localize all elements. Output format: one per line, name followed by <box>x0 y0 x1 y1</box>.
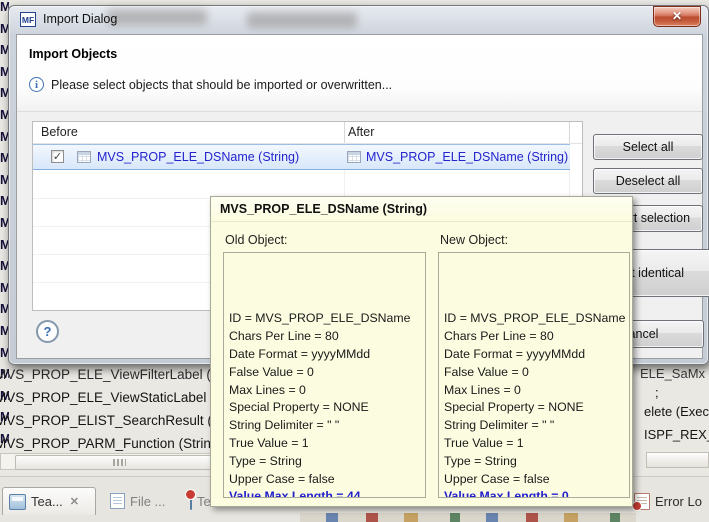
property-line: False Value = 0 <box>229 364 420 382</box>
property-line: Chars Per Line = 80 <box>444 328 624 346</box>
deselect-all-button[interactable]: Deselect all <box>593 168 703 194</box>
background-text-fragment: elete (Execu <box>644 404 709 419</box>
background-text-fragment: ELE_SaMx <box>640 366 705 381</box>
tab-label: Error Lo <box>655 494 702 509</box>
before-cell: MVS_PROP_ELE_DSName (String) <box>97 150 299 164</box>
screen: MVS_PROP MVS_PROP MVS_PROP MVS_PROP MVS_… <box>0 0 709 522</box>
horizontal-scrollbar-right[interactable] <box>646 452 709 468</box>
list-item[interactable]: MVS_PROP_ELE_ViewStaticLabel (St <box>0 390 227 405</box>
property-line: String Delimiter = " " <box>229 417 420 435</box>
tab-label: Tea... <box>31 494 63 509</box>
close-button[interactable]: ✕ <box>653 6 701 27</box>
tab-file[interactable]: File ... <box>104 487 171 515</box>
background-text-fragment: ISPF_REX_C <box>644 427 709 442</box>
info-icon: i <box>29 77 44 92</box>
error-log-icon <box>634 493 650 510</box>
dialog-heading: Import Objects <box>29 47 117 61</box>
property-grid-icon <box>77 151 91 163</box>
property-line: Type = String <box>229 453 420 471</box>
tab-team[interactable]: Tea... ✕ <box>2 487 96 515</box>
scrollbar-grip-icon <box>113 459 126 466</box>
list-item[interactable]: MVS_PROP_PARM_Function (String <box>0 436 218 451</box>
team-view-icon <box>9 494 26 510</box>
column-header-before: Before <box>41 125 78 139</box>
list-item[interactable]: MVS_PROP_ELIST_SearchResult (Stri <box>0 413 232 428</box>
taskbar-sliver <box>300 513 636 522</box>
property-line: Upper Case = false <box>229 471 420 489</box>
error-badge-icon <box>185 489 196 500</box>
property-line: False Value = 0 <box>444 364 624 382</box>
property-line: Value Max Length = 44 <box>229 488 420 498</box>
tab-close-icon[interactable]: ✕ <box>70 495 79 508</box>
titlebar-glass-artifact <box>247 12 357 28</box>
property-line: Date Format = yyyyMMdd <box>229 346 420 364</box>
dialog-header-band: Import Objects i Please select objects t… <box>17 35 702 112</box>
select-all-button[interactable]: Select all <box>593 134 703 160</box>
horizontal-scrollbar[interactable] <box>0 453 238 470</box>
property-line: Special Property = NONE <box>229 399 420 417</box>
property-line: String Delimiter = " " <box>444 417 624 435</box>
property-line: Max Lines = 0 <box>444 382 624 400</box>
property-line: Date Format = yyyyMMdd <box>444 346 624 364</box>
titlebar-glass-artifact <box>107 9 207 25</box>
tab-error-log[interactable]: Error Lo <box>628 487 708 515</box>
after-cell: MVS_PROP_ELE_DSName (String) <box>366 150 568 164</box>
old-object-properties: ID = MVS_PROP_ELE_DSNameChars Per Line =… <box>223 252 426 498</box>
table-row[interactable]: ✓ MVS_PROP_ELE_DSName (String) MVS_PROP_… <box>33 144 570 170</box>
property-line: True Value = 1 <box>444 435 624 453</box>
file-view-icon <box>110 493 125 509</box>
info-message: Please select objects that should be imp… <box>51 78 392 92</box>
property-line: ID = MVS_PROP_ELE_DSName <box>229 310 420 328</box>
property-grid-icon <box>347 151 361 163</box>
property-line: ID = MVS_PROP_ELE_DSName <box>444 310 624 328</box>
background-text-fragment: ; <box>655 385 659 400</box>
new-object-label: New Object: <box>440 233 508 247</box>
property-tooltip: MVS_PROP_ELE_DSName (String) Old Object:… <box>210 196 633 507</box>
property-line: True Value = 1 <box>229 435 420 453</box>
team-error-icon <box>190 494 192 509</box>
window-title: Import Dialog <box>43 12 117 26</box>
new-object-properties: ID = MVS_PROP_ELE_DSNameChars Per Line =… <box>438 252 630 498</box>
app-mf-icon: MF <box>20 12 36 27</box>
row-checkbox[interactable]: ✓ <box>51 150 64 163</box>
old-object-label: Old Object: <box>225 233 288 247</box>
tab-label: File ... <box>130 494 165 509</box>
property-line: Max Lines = 0 <box>229 382 420 400</box>
help-button[interactable]: ? <box>36 320 59 343</box>
scrollbar-thumb[interactable] <box>15 455 223 470</box>
property-line: Special Property = NONE <box>444 399 624 417</box>
tooltip-title: MVS_PROP_ELE_DSName (String) <box>211 197 632 222</box>
property-line: Chars Per Line = 80 <box>229 328 420 346</box>
property-line: Value Max Length = 0 <box>444 488 624 498</box>
column-header-after: After <box>348 125 374 139</box>
property-line: Upper Case = false <box>444 471 624 489</box>
list-item[interactable]: MVS_PROP_ELE_ViewFilterLabel (Str <box>0 367 228 382</box>
property-line: Type = String <box>444 453 624 471</box>
